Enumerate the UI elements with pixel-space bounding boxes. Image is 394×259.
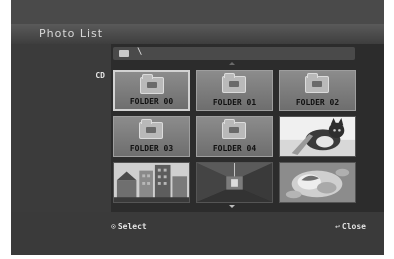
corridor-photo <box>197 163 272 202</box>
folder-icon <box>222 119 246 139</box>
folder-icon <box>119 50 129 57</box>
folder-icon <box>222 73 246 93</box>
folder-label: FOLDER 03 <box>129 144 174 153</box>
select-hint[interactable]: ⊙ Select <box>111 222 147 231</box>
folder-tile[interactable]: FOLDER 01 <box>196 70 273 111</box>
close-label: Close <box>341 222 366 231</box>
path-bar: \ <box>113 47 355 60</box>
cat-photo <box>280 117 355 156</box>
folder-tile[interactable]: FOLDER 04 <box>196 116 273 157</box>
folder-label: FOLDER 02 <box>295 98 340 107</box>
scroll-up-arrow-icon[interactable] <box>229 62 235 65</box>
select-label: Select <box>117 222 147 231</box>
sidebar: CD <box>11 44 111 212</box>
folder-tile[interactable]: FOLDER 02 <box>279 70 356 111</box>
page-title: Photo List <box>39 27 104 40</box>
footer-bar: ⊙ Select ↩ Close <box>11 212 384 255</box>
folder-icon <box>139 119 163 139</box>
folder-label: FOLDER 01 <box>212 98 257 107</box>
photo-list-screen: Photo List CD \ FOLDER 00 FOLDER 01 FOLD… <box>11 0 384 255</box>
photo-thumbnail-buildings[interactable] <box>113 162 190 203</box>
folder-tile[interactable]: FOLDER 00 <box>113 70 190 111</box>
buildings-photo <box>114 163 189 202</box>
photo-thumbnail-shells[interactable] <box>279 162 356 203</box>
path-text: \ <box>137 47 143 57</box>
folder-tile[interactable]: FOLDER 03 <box>113 116 190 157</box>
source-label: CD <box>95 71 105 80</box>
folder-label: FOLDER 04 <box>212 144 257 153</box>
close-hint[interactable]: ↩ Close <box>335 222 366 231</box>
folder-icon <box>305 73 329 93</box>
folder-label: FOLDER 00 <box>129 97 174 106</box>
shells-photo <box>280 163 355 202</box>
title-bar: Photo List <box>11 24 384 44</box>
folder-icon <box>140 74 164 94</box>
photo-thumbnail-corridor[interactable] <box>196 162 273 203</box>
photo-thumbnail-cat[interactable] <box>279 116 356 157</box>
return-icon: ↩ <box>335 222 340 231</box>
scroll-down-arrow-icon[interactable] <box>229 205 235 208</box>
select-icon: ⊙ <box>111 222 116 231</box>
top-strip <box>11 0 384 24</box>
